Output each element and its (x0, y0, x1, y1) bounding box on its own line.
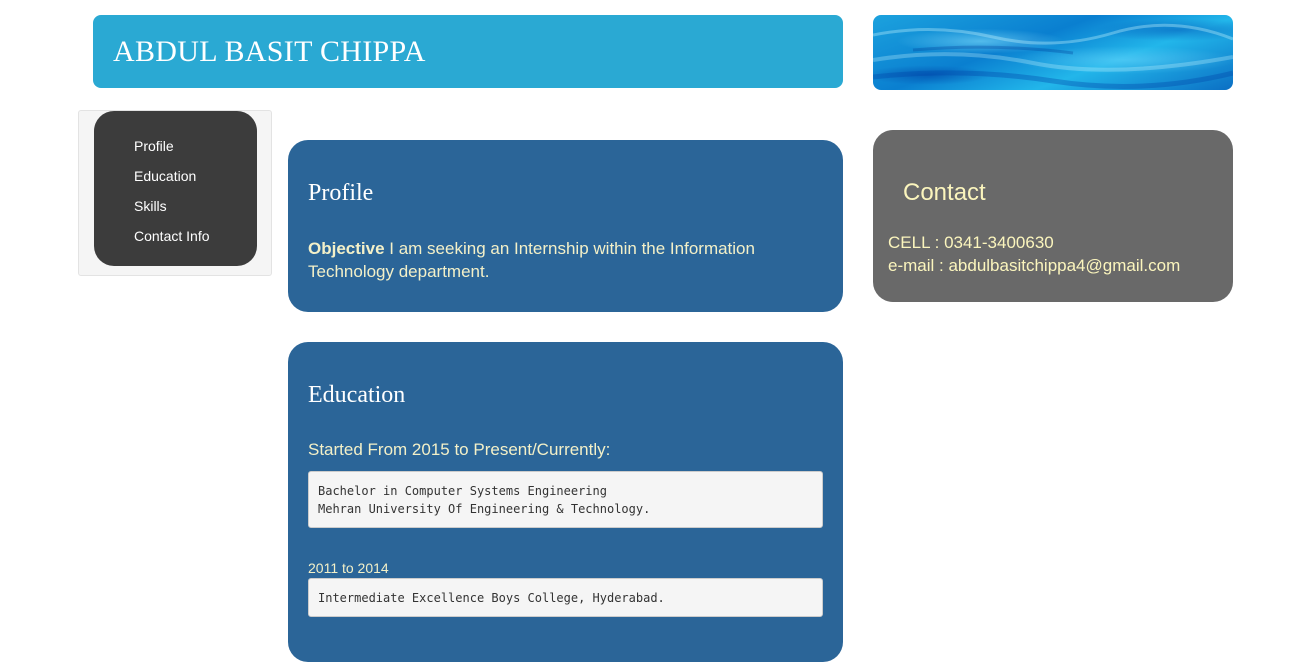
sidebar-panel: Profile Education Skills Contact Info (78, 110, 272, 276)
contact-email: e-mail : abdulbasitchippa4@gmail.com (888, 256, 1181, 275)
education-period-current: Started From 2015 to Present/Currently: (308, 440, 611, 459)
objective-label: Objective (308, 239, 385, 258)
contact-section: Contact CELL : 0341-3400630 e-mail : abd… (873, 130, 1233, 302)
nav-item-contact-info[interactable]: Contact Info (134, 228, 210, 258)
contact-heading: Contact (903, 179, 986, 206)
profile-section: Profile Objective I am seeking an Intern… (288, 140, 843, 312)
education-entry-college: Intermediate Excellence Boys College, Hy… (318, 591, 665, 605)
nav-item-skills[interactable]: Skills (134, 198, 210, 228)
education-entry-intermediate: Intermediate Excellence Boys College, Hy… (308, 578, 823, 617)
education-heading: Education (308, 382, 406, 408)
site-header: ABDUL BASIT CHIPPA (93, 15, 843, 88)
objective-text: Objective I am seeking an Internship wit… (308, 237, 808, 283)
page-title: ABDUL BASIT CHIPPA (113, 35, 426, 68)
contact-cell: CELL : 0341-3400630 (888, 233, 1054, 252)
education-section: Education Started From 2015 to Present/C… (288, 342, 843, 662)
education-period-previous: 2011 to 2014 (308, 560, 389, 576)
profile-heading: Profile (308, 180, 374, 206)
nav-item-education[interactable]: Education (134, 168, 210, 198)
education-entry-bachelor: Bachelor in Computer Systems Engineering… (308, 471, 823, 528)
nav-item-profile[interactable]: Profile (134, 138, 210, 168)
education-entry-institution: Mehran University Of Engineering & Techn… (318, 502, 651, 516)
sidebar-nav: Profile Education Skills Contact Info (94, 111, 257, 266)
header-water-image (873, 15, 1233, 90)
education-entry-degree: Bachelor in Computer Systems Engineering (318, 484, 607, 498)
